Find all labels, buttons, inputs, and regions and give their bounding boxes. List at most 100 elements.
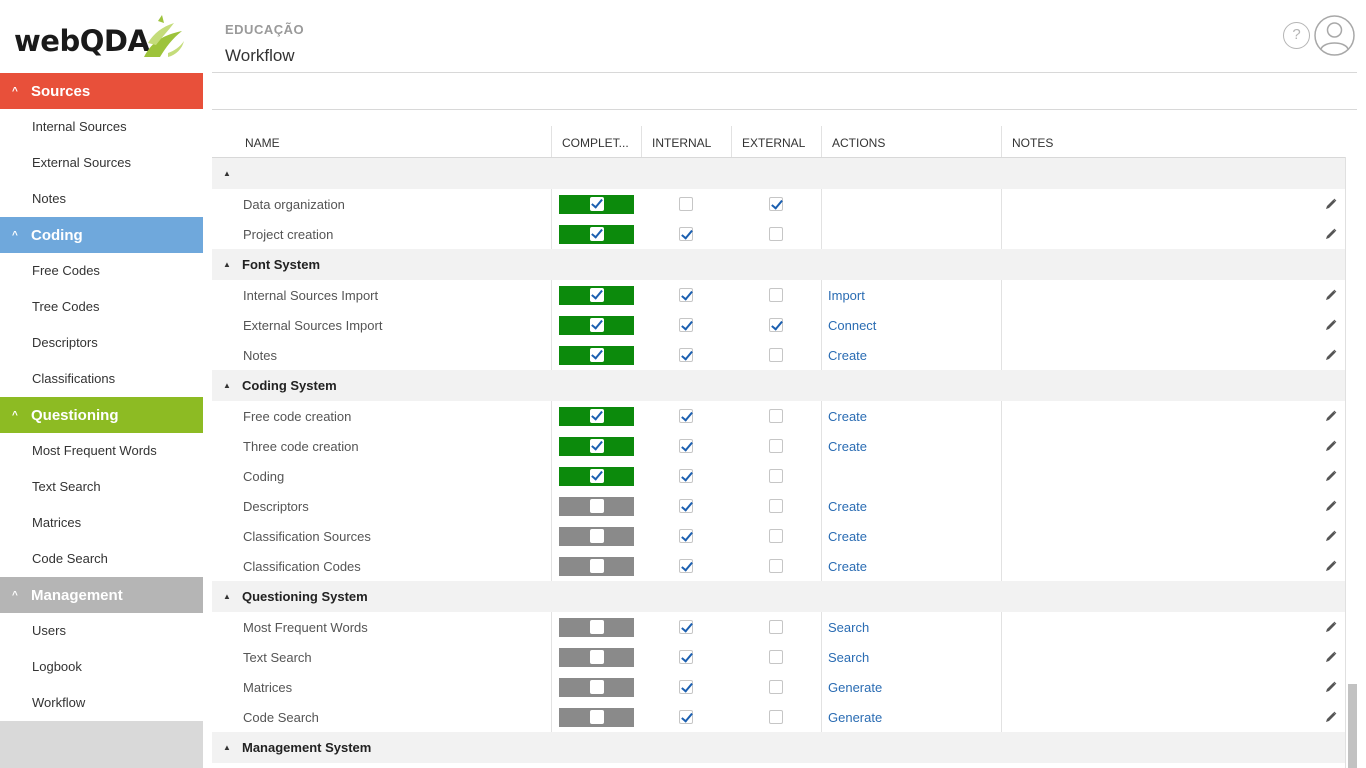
group-row[interactable]: ▲ Font System: [212, 249, 1345, 280]
complete-toggle[interactable]: [559, 496, 634, 516]
sidebar-item-classifications[interactable]: Classifications: [0, 361, 203, 397]
sidebar-section-management[interactable]: ^ Management: [0, 577, 203, 613]
column-header-external[interactable]: EXTERNAL: [731, 126, 821, 157]
complete-toggle[interactable]: [559, 526, 634, 546]
pencil-icon[interactable]: [1325, 228, 1337, 240]
internal-checkbox[interactable]: [679, 529, 693, 543]
pencil-icon[interactable]: [1325, 681, 1337, 693]
complete-toggle[interactable]: [559, 677, 634, 697]
internal-checkbox[interactable]: [679, 499, 693, 513]
internal-checkbox[interactable]: [679, 348, 693, 362]
expand-triangle-icon[interactable]: ▲: [212, 743, 242, 752]
pencil-icon[interactable]: [1325, 410, 1337, 422]
complete-toggle[interactable]: [559, 194, 634, 214]
sidebar-item-text-search[interactable]: Text Search: [0, 469, 203, 505]
sidebar-item-workflow[interactable]: Workflow: [0, 685, 203, 721]
column-header-actions[interactable]: ACTIONS: [821, 126, 1001, 157]
external-checkbox[interactable]: [769, 710, 783, 724]
expand-triangle-icon[interactable]: ▲: [212, 592, 242, 601]
sidebar-item-internal-sources[interactable]: Internal Sources: [0, 109, 203, 145]
sidebar-item-users[interactable]: Users: [0, 613, 203, 649]
expand-triangle-icon[interactable]: ▲: [212, 381, 242, 390]
internal-checkbox[interactable]: [679, 710, 693, 724]
group-row[interactable]: ▲ Management System: [212, 732, 1345, 763]
pencil-icon[interactable]: [1325, 500, 1337, 512]
logo[interactable]: webQDA: [0, 0, 203, 73]
pencil-icon[interactable]: [1325, 319, 1337, 331]
external-checkbox[interactable]: [769, 197, 783, 211]
action-link[interactable]: Create: [821, 491, 1001, 521]
internal-checkbox[interactable]: [679, 680, 693, 694]
complete-toggle[interactable]: [559, 436, 634, 456]
group-row[interactable]: ▲: [212, 158, 1345, 189]
internal-checkbox[interactable]: [679, 197, 693, 211]
sidebar-item-notes[interactable]: Notes: [0, 181, 203, 217]
action-link[interactable]: Create: [821, 551, 1001, 581]
internal-checkbox[interactable]: [679, 409, 693, 423]
external-checkbox[interactable]: [769, 439, 783, 453]
external-checkbox[interactable]: [769, 227, 783, 241]
user-avatar-icon[interactable]: [1314, 15, 1355, 56]
external-checkbox[interactable]: [769, 409, 783, 423]
external-checkbox[interactable]: [769, 529, 783, 543]
action-link[interactable]: [821, 219, 1001, 249]
pencil-icon[interactable]: [1325, 560, 1337, 572]
complete-toggle[interactable]: [559, 315, 634, 335]
sidebar-item-most-frequent-words[interactable]: Most Frequent Words: [0, 433, 203, 469]
breadcrumb[interactable]: EDUCAÇÃO: [225, 22, 304, 37]
column-header-internal[interactable]: INTERNAL: [641, 126, 731, 157]
group-row[interactable]: ▲ Questioning System: [212, 581, 1345, 612]
sidebar-item-matrices[interactable]: Matrices: [0, 505, 203, 541]
sidebar-item-logbook[interactable]: Logbook: [0, 649, 203, 685]
internal-checkbox[interactable]: [679, 469, 693, 483]
action-link[interactable]: [821, 461, 1001, 491]
complete-toggle[interactable]: [559, 406, 634, 426]
complete-toggle[interactable]: [559, 466, 634, 486]
action-link[interactable]: Import: [821, 280, 1001, 310]
vertical-scrollbar[interactable]: [1345, 157, 1357, 768]
internal-checkbox[interactable]: [679, 620, 693, 634]
scrollbar-thumb[interactable]: [1348, 684, 1357, 768]
complete-toggle[interactable]: [559, 707, 634, 727]
complete-toggle[interactable]: [559, 224, 634, 244]
action-link[interactable]: Create: [821, 521, 1001, 551]
pencil-icon[interactable]: [1325, 289, 1337, 301]
internal-checkbox[interactable]: [679, 439, 693, 453]
pencil-icon[interactable]: [1325, 711, 1337, 723]
complete-toggle[interactable]: [559, 345, 634, 365]
complete-toggle[interactable]: [559, 647, 634, 667]
external-checkbox[interactable]: [769, 469, 783, 483]
action-link[interactable]: Create: [821, 401, 1001, 431]
pencil-icon[interactable]: [1325, 198, 1337, 210]
expand-triangle-icon[interactable]: ▲: [212, 169, 242, 178]
external-checkbox[interactable]: [769, 318, 783, 332]
sidebar-section-sources[interactable]: ^ Sources: [0, 73, 203, 109]
pencil-icon[interactable]: [1325, 440, 1337, 452]
external-checkbox[interactable]: [769, 499, 783, 513]
action-link[interactable]: [821, 189, 1001, 219]
external-checkbox[interactable]: [769, 680, 783, 694]
column-header-name[interactable]: NAME: [212, 126, 551, 157]
external-checkbox[interactable]: [769, 288, 783, 302]
external-checkbox[interactable]: [769, 559, 783, 573]
complete-toggle[interactable]: [559, 617, 634, 637]
action-link[interactable]: Create: [821, 431, 1001, 461]
sidebar-item-external-sources[interactable]: External Sources: [0, 145, 203, 181]
sidebar-section-questioning[interactable]: ^ Questioning: [0, 397, 203, 433]
sidebar-item-descriptors[interactable]: Descriptors: [0, 325, 203, 361]
internal-checkbox[interactable]: [679, 227, 693, 241]
internal-checkbox[interactable]: [679, 650, 693, 664]
action-link[interactable]: Generate: [821, 702, 1001, 732]
external-checkbox[interactable]: [769, 650, 783, 664]
action-link[interactable]: Connect: [821, 310, 1001, 340]
complete-toggle[interactable]: [559, 285, 634, 305]
action-link[interactable]: Search: [821, 612, 1001, 642]
group-row[interactable]: ▲ Coding System: [212, 370, 1345, 401]
pencil-icon[interactable]: [1325, 470, 1337, 482]
external-checkbox[interactable]: [769, 348, 783, 362]
sidebar-item-tree-codes[interactable]: Tree Codes: [0, 289, 203, 325]
pencil-icon[interactable]: [1325, 349, 1337, 361]
help-icon[interactable]: ?: [1283, 22, 1310, 49]
internal-checkbox[interactable]: [679, 288, 693, 302]
column-header-complete[interactable]: COMPLET...: [551, 126, 641, 157]
